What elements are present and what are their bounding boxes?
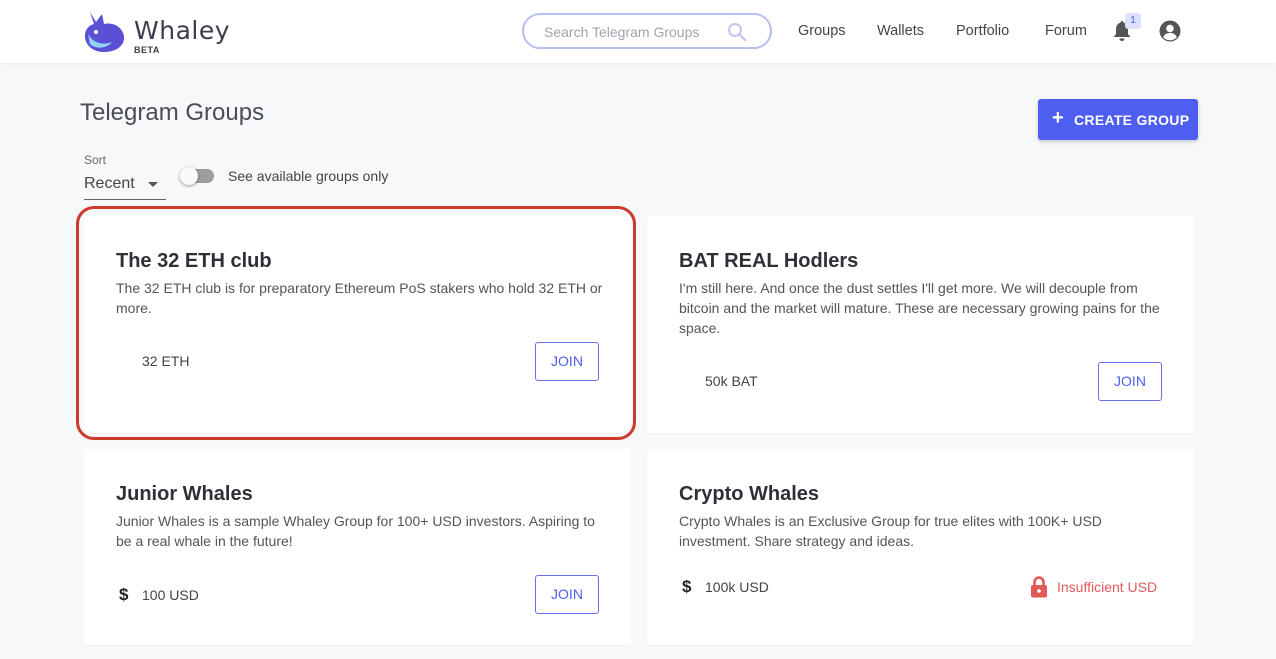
create-group-label: CREATE GROUP: [1074, 112, 1190, 128]
join-button[interactable]: JOIN: [535, 575, 599, 614]
group-card: BAT REAL Hodlers I'm still here. And onc…: [647, 216, 1194, 433]
whaley-logo[interactable]: Whaley BETA: [82, 8, 230, 55]
group-description: Crypto Whales is an Exclusive Group for …: [679, 513, 1102, 549]
account-icon[interactable]: [1159, 20, 1181, 42]
available-only-toggle[interactable]: [180, 167, 216, 185]
group-requirement: 100 USD: [142, 587, 199, 603]
nav-forum[interactable]: Forum: [1045, 23, 1087, 39]
group-description: I'm still here. And once the dust settle…: [679, 280, 1160, 336]
group-title: Junior Whales: [116, 483, 253, 505]
insufficient-funds-status: Insufficient USD: [1057, 579, 1158, 595]
group-card: Crypto Whales Crypto Whales is an Exclus…: [647, 449, 1194, 645]
group-title: Crypto Whales: [679, 483, 820, 505]
join-button[interactable]: JOIN: [1098, 362, 1162, 401]
plus-icon: +: [1052, 107, 1064, 129]
sort-label: Sort: [84, 153, 107, 167]
group-card: The 32 ETH club The 32 ETH club is for p…: [84, 216, 631, 433]
toggle-knob: [180, 167, 198, 185]
available-only-label: See available groups only: [228, 168, 389, 184]
search-box[interactable]: [522, 13, 772, 49]
app-name: Whaley: [134, 16, 231, 45]
nav-groups[interactable]: Groups: [798, 23, 846, 39]
sort-value: Recent: [84, 175, 135, 192]
top-header: Whaley BETA Groups Wallets Portfolio For…: [0, 0, 1276, 63]
group-description: Junior Whales is a sample Whaley Group f…: [116, 513, 595, 549]
dollar-icon: $: [119, 585, 129, 604]
nav-portfolio[interactable]: Portfolio: [956, 23, 1009, 39]
join-button[interactable]: JOIN: [535, 342, 599, 381]
group-requirement: 32 ETH: [142, 353, 190, 369]
group-title: BAT REAL Hodlers: [679, 250, 859, 272]
beta-badge: BETA: [134, 45, 160, 55]
lock-icon: [1031, 576, 1047, 598]
search-input[interactable]: [544, 23, 724, 41]
sort-select[interactable]: Recent: [84, 170, 166, 200]
dollar-icon: $: [682, 577, 692, 596]
whale-logo-icon: [84, 12, 125, 52]
group-card: Junior Whales Junior Whales is a sample …: [84, 449, 631, 645]
create-group-button[interactable]: + CREATE GROUP: [1038, 99, 1198, 140]
group-requirement: 50k BAT: [705, 373, 758, 389]
group-title: The 32 ETH club: [116, 250, 272, 272]
group-requirement: 100k USD: [705, 579, 769, 595]
page-title: Telegram Groups: [80, 99, 265, 126]
nav-wallets[interactable]: Wallets: [877, 23, 924, 39]
chevron-down-icon: [148, 182, 158, 187]
notification-badge: 1: [1125, 13, 1141, 29]
search-icon[interactable]: [727, 22, 747, 42]
group-description: The 32 ETH club is for preparatory Ether…: [116, 280, 603, 316]
